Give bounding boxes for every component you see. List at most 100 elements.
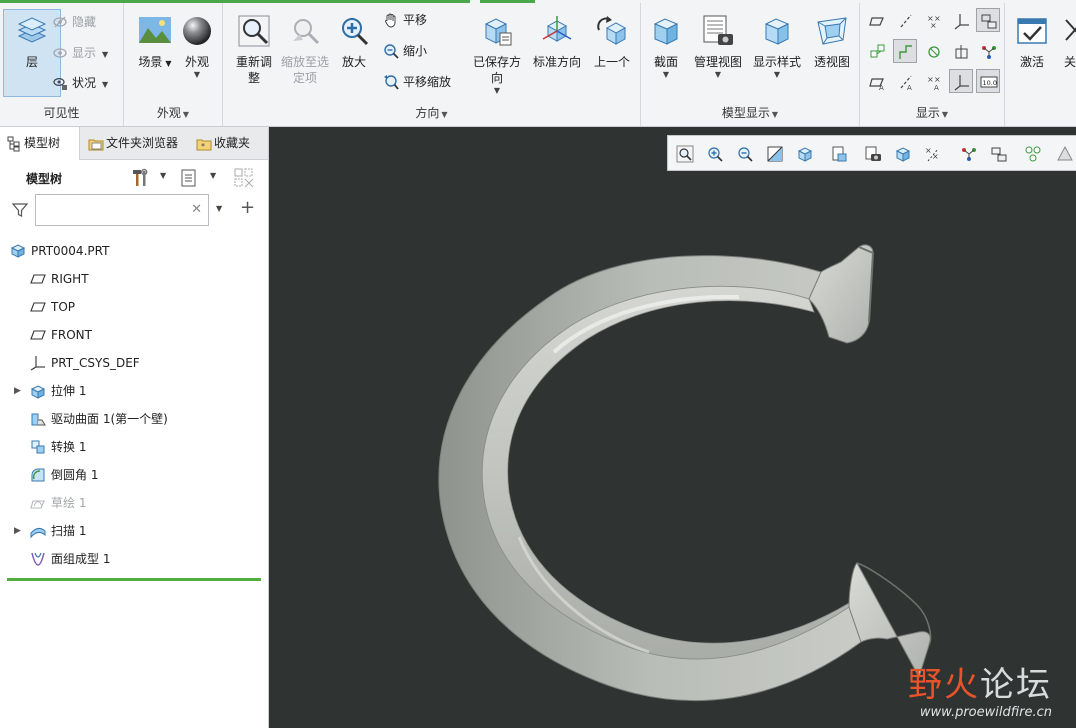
point-display-toggle[interactable]: × × ×	[921, 8, 945, 32]
datum-display-filter-button[interactable]: × ×	[922, 143, 944, 165]
point-label-toggle[interactable]: × × A	[921, 69, 945, 93]
status-label: 状况	[72, 76, 97, 90]
datum-plane-display-icon	[869, 17, 884, 26]
expand-arrow-icon[interactable]: ▶	[14, 377, 21, 405]
tree-node-part[interactable]: PRT0004.PRT	[0, 237, 269, 265]
hammer-wrench-icon	[133, 168, 148, 186]
tab-folder-browser[interactable]: 文件夹浏览器	[82, 127, 186, 160]
svg-text:10.0: 10.0	[983, 79, 997, 87]
appearance-view-button[interactable]	[1022, 143, 1044, 165]
tree-node-quilt-form[interactable]: 面组成型 1	[0, 545, 269, 573]
tree-node-top[interactable]: TOP	[0, 293, 269, 321]
clip-model[interactable]	[269, 127, 1076, 728]
settings-tool-button[interactable]: ▼	[130, 167, 170, 189]
graphics-viewport[interactable]: × × 野火论坛 www.proewildfire.cn	[269, 127, 1076, 728]
saved-orientations-label: 已保存方向	[472, 55, 521, 85]
section-label: 截面	[653, 55, 678, 69]
repaint-button[interactable]	[764, 143, 786, 165]
view-manager-camera-button[interactable]	[862, 143, 884, 165]
curve-display-toggle[interactable]: A	[865, 69, 889, 93]
hide-button[interactable]: 隐藏	[52, 11, 96, 33]
zoom-out-icon	[738, 147, 753, 162]
zoom-out-button[interactable]: 缩小	[383, 40, 427, 62]
display-style-button[interactable]: 显示样式 ▼	[747, 9, 807, 97]
saved-orientations-view-button[interactable]	[794, 143, 816, 165]
tab-favorites[interactable]: * 收藏夹	[190, 127, 269, 160]
status-button[interactable]: 状况 ▼	[52, 72, 108, 94]
point-label-icon: × ×A	[927, 75, 941, 91]
model-tree: PRT0004.PRT RIGHT TOP FRONT PRT_CSYS_DEF…	[0, 237, 269, 573]
tree-node-extrude[interactable]: ▶ 拉伸 1	[0, 377, 269, 405]
manage-views-button[interactable]: 管理视图 ▼	[689, 9, 747, 97]
standard-orientation-button[interactable]: 标准方向	[529, 9, 585, 97]
close-button[interactable]: 关	[1055, 9, 1076, 97]
show-group-dropdown-icon: ▼	[941, 110, 949, 119]
appearance-group-dropdown-icon: ▼	[182, 110, 190, 119]
tree-node-csys[interactable]: PRT_CSYS_DEF	[0, 349, 269, 377]
refit-view-button[interactable]	[674, 143, 696, 165]
tree-node-right[interactable]: RIGHT	[0, 265, 269, 293]
more-view-button[interactable]	[1054, 143, 1076, 165]
status-dropdown-icon: ▼	[102, 80, 109, 89]
tree-node-sketch[interactable]: 草绘 1	[0, 489, 269, 517]
svg-text:A: A	[879, 84, 884, 91]
activate-button[interactable]: 激活	[1009, 9, 1055, 97]
tree-node-conversion-label: 转换 1	[51, 440, 87, 454]
tree-node-driving-surface[interactable]: 驱动曲面 1(第一个壁)	[0, 405, 269, 433]
insert-here-marker[interactable]	[7, 578, 261, 581]
expand-arrow-icon[interactable]: ▶	[14, 517, 21, 545]
spin-center-toggle[interactable]	[976, 39, 1000, 63]
curve-tag-toggle[interactable]: A	[893, 69, 917, 93]
plane-display-toggle[interactable]	[865, 8, 889, 32]
manage-views-dropdown-icon: ▼	[714, 70, 722, 79]
tree-search-input[interactable]	[40, 196, 180, 224]
orientation-group-label: 方向	[415, 106, 440, 120]
annotation-view-button[interactable]	[988, 143, 1010, 165]
tab-model-tree[interactable]: 模型树	[0, 127, 80, 160]
pan-zoom-icon	[384, 75, 399, 90]
csys-tag-toggle[interactable]	[949, 39, 973, 63]
csys-icon	[30, 356, 45, 371]
perspective-label: 透视图	[813, 55, 850, 69]
display-style-view-button[interactable]	[892, 143, 914, 165]
annotation-display-toggle[interactable]	[976, 8, 1000, 32]
point-tag-toggle[interactable]	[921, 39, 945, 63]
hide-label: 隐藏	[72, 15, 97, 29]
axis-tag-toggle[interactable]	[893, 39, 917, 63]
filter-dropdown-icon[interactable]: ▼	[216, 204, 222, 213]
perspective-button[interactable]: 透视图	[807, 9, 857, 97]
curve-tag-icon: A	[900, 75, 912, 91]
zoom-out-icon	[384, 44, 399, 59]
layers-icon	[15, 14, 49, 48]
datum-plane-icon	[30, 330, 46, 340]
show-options-button[interactable]: ▼	[180, 167, 220, 189]
zoom-out-view-button[interactable]	[734, 143, 756, 165]
previous-view-button[interactable]: 上一个	[585, 9, 639, 97]
spin-center-view-button[interactable]	[958, 143, 980, 165]
tree-node-round[interactable]: 倒圆角 1	[0, 461, 269, 489]
zoom-in-button[interactable]: 放大	[325, 9, 383, 97]
filter-icon[interactable]	[11, 201, 29, 219]
csys-label-toggle[interactable]	[949, 69, 973, 93]
clear-search-icon[interactable]: ✕	[191, 202, 202, 217]
pan-zoom-button[interactable]: 平移缩放	[383, 71, 451, 93]
csys-display-toggle[interactable]	[949, 8, 973, 32]
orientation-group-dropdown-icon: ▼	[441, 110, 448, 119]
section-button[interactable]: 截面 ▼	[643, 9, 689, 97]
show-button[interactable]: 显示 ▼	[52, 42, 108, 64]
refit-icon	[676, 145, 694, 163]
tab-folder-browser-label: 文件夹浏览器	[106, 136, 179, 150]
zoom-in-view-button[interactable]	[704, 143, 726, 165]
tree-columns-button[interactable]	[233, 167, 257, 189]
saved-orientations-button[interactable]: 已保存方向 ▼	[469, 9, 525, 97]
tree-node-conversion[interactable]: 转换 1	[0, 433, 269, 461]
tree-node-front[interactable]: FRONT	[0, 321, 269, 349]
dimension-display-toggle[interactable]: 10.0	[976, 69, 1000, 93]
plane-tag-toggle[interactable]	[865, 39, 889, 63]
appearance-button[interactable]: 外观 ▼	[168, 9, 226, 97]
pan-button[interactable]: 平移	[383, 9, 427, 31]
axis-display-toggle[interactable]	[893, 8, 917, 32]
add-filter-icon[interactable]: +	[240, 197, 255, 218]
view-manager-button[interactable]	[828, 143, 850, 165]
tree-node-sweep[interactable]: ▶ 扫描 1	[0, 517, 269, 545]
